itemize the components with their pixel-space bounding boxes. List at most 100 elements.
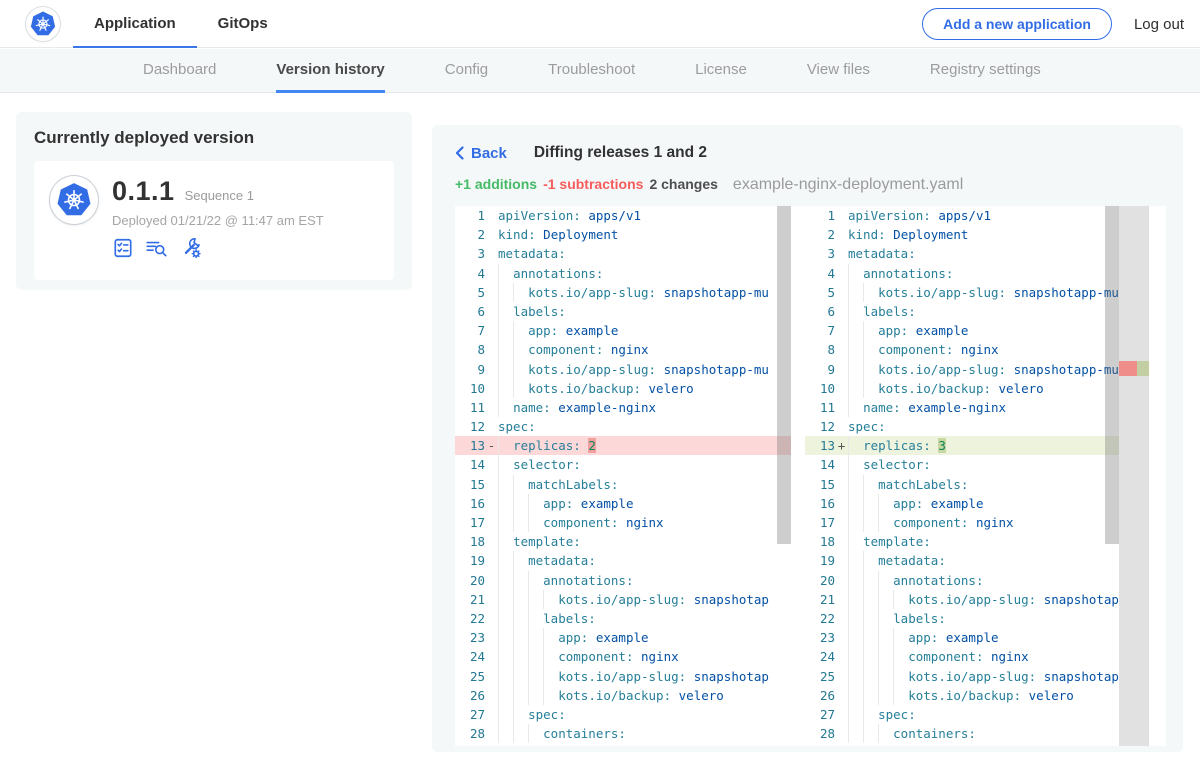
diff-filename: example-nginx-deployment.yaml <box>733 176 963 194</box>
code-line: 1apiVersion: apps/v1 <box>455 206 791 225</box>
code-line: 2kind: Deployment <box>805 225 1119 244</box>
code-line: 8 component: nginx <box>805 340 1119 359</box>
ruler-added-marker <box>1137 361 1149 376</box>
diff-header: Back Diffing releases 1 and 2 <box>455 144 1166 162</box>
code-line: 16 app: example <box>455 494 791 513</box>
code-line: 13+ replicas: 3 <box>805 436 1119 455</box>
code-line: 24 component: nginx <box>805 647 1119 666</box>
subnav-dashboard-label: Dashboard <box>143 61 216 78</box>
subnav-registry-settings-label: Registry settings <box>930 61 1041 78</box>
subnav-version-history[interactable]: Version history <box>276 49 384 93</box>
top-nav-actions: Add a new application Log out <box>922 0 1184 48</box>
code-line: 6 labels: <box>455 302 791 321</box>
diff-editors: 1apiVersion: apps/v12kind: Deployment3me… <box>455 206 1166 746</box>
scrollbar-thumb[interactable] <box>1105 206 1119 544</box>
tab-application[interactable]: Application <box>73 0 197 48</box>
code-line: 13- replicas: 2 <box>455 436 791 455</box>
version-number: 0.1.1 <box>112 176 175 207</box>
code-line: 18 template: <box>805 532 1119 551</box>
kubernetes-logo <box>26 7 60 41</box>
code-line: 7 app: example <box>805 321 1119 340</box>
version-action-icons <box>112 236 324 260</box>
config-wrench-gear-icon[interactable] <box>180 236 204 260</box>
code-line: 20 annotations: <box>455 571 791 590</box>
code-line: 14 selector: <box>455 455 791 474</box>
subnav-dashboard[interactable]: Dashboard <box>143 49 216 93</box>
subnav-license-label: License <box>695 61 747 78</box>
kots-admin-page: Application GitOps Add a new application… <box>0 0 1200 768</box>
diff-editor-right[interactable]: 1apiVersion: apps/v12kind: Deployment3me… <box>805 206 1166 746</box>
code-line: 28 containers: <box>805 724 1119 743</box>
deployed-card-title: Currently deployed version <box>34 128 394 148</box>
deployed-timestamp: Deployed 01/21/22 @ 11:47 am EST <box>112 213 324 228</box>
add-application-button[interactable]: Add a new application <box>922 8 1112 40</box>
kubernetes-helm-icon <box>55 181 93 219</box>
code-line: 25 kots.io/app-slug: snapshotap <box>455 667 791 686</box>
changes-count: 2 changes <box>649 176 717 192</box>
subnav-version-history-label: Version history <box>276 61 384 78</box>
code-line: 5 kots.io/app-slug: snapshotapp-mu <box>805 283 1119 302</box>
code-line: 21 kots.io/app-slug: snapshotap <box>805 590 1119 609</box>
subnav-view-files[interactable]: View files <box>807 49 870 93</box>
subtractions-count: -1 subtractions <box>543 176 643 192</box>
diff-title: Diffing releases 1 and 2 <box>534 144 707 162</box>
code-line: 20 annotations: <box>805 571 1119 590</box>
tab-gitops[interactable]: GitOps <box>197 0 289 48</box>
code-line: 24 component: nginx <box>455 647 791 666</box>
code-line: 1apiVersion: apps/v1 <box>805 206 1119 225</box>
code-line: 25 kots.io/app-slug: snapshotap <box>805 667 1119 686</box>
code-line: 3metadata: <box>455 244 791 263</box>
code-line: 15 matchLabels: <box>455 475 791 494</box>
logout-link[interactable]: Log out <box>1134 16 1184 33</box>
editor-divider <box>791 206 805 746</box>
code-line: 19 metadata: <box>805 551 1119 570</box>
ruler-removed-marker <box>1119 361 1137 376</box>
code-line: 22 labels: <box>455 609 791 628</box>
code-line: 26 kots.io/backup: velero <box>805 686 1119 705</box>
code-line: 23 app: example <box>805 628 1119 647</box>
subnav-troubleshoot[interactable]: Troubleshoot <box>548 49 635 93</box>
code-line: 10 kots.io/backup: velero <box>805 379 1119 398</box>
subnav-troubleshoot-label: Troubleshoot <box>548 61 635 78</box>
code-line: 27 spec: <box>805 705 1119 724</box>
overview-ruler[interactable] <box>1119 206 1149 746</box>
sequence-label: Sequence 1 <box>185 188 254 203</box>
code-line: 14 selector: <box>805 455 1119 474</box>
code-line: 8 component: nginx <box>455 340 791 359</box>
subnav-view-files-label: View files <box>807 61 870 78</box>
diff-editor-left[interactable]: 1apiVersion: apps/v12kind: Deployment3me… <box>455 206 791 746</box>
code-line: 17 component: nginx <box>455 513 791 532</box>
scrollbar-thumb[interactable] <box>777 206 791 544</box>
subnav-license[interactable]: License <box>695 49 747 93</box>
code-line: 4 annotations: <box>805 264 1119 283</box>
code-line: 5 kots.io/app-slug: snapshotapp-mu <box>455 283 791 302</box>
code-line: 9 kots.io/app-slug: snapshotapp-mu <box>805 360 1119 379</box>
code-lines: 1apiVersion: apps/v12kind: Deployment3me… <box>805 206 1119 743</box>
code-line: 11 name: example-nginx <box>805 398 1119 417</box>
top-tabs: Application GitOps <box>73 0 289 48</box>
code-line: 11 name: example-nginx <box>455 398 791 417</box>
chevron-left-icon <box>455 146 464 160</box>
diff-card: Back Diffing releases 1 and 2 +1 additio… <box>432 125 1183 752</box>
kubernetes-helm-icon <box>29 10 57 38</box>
code-line: 6 labels: <box>805 302 1119 321</box>
subnav-registry-settings[interactable]: Registry settings <box>930 49 1041 93</box>
code-line: 4 annotations: <box>455 264 791 283</box>
code-line: 21 kots.io/app-slug: snapshotap <box>455 590 791 609</box>
preflight-checklist-icon[interactable] <box>112 237 134 259</box>
back-link[interactable]: Back <box>455 145 507 162</box>
code-line: 9 kots.io/app-slug: snapshotapp-mu <box>455 360 791 379</box>
back-label: Back <box>471 145 507 162</box>
subnav-config[interactable]: Config <box>445 49 488 93</box>
deploy-logs-icon[interactable] <box>145 237 169 259</box>
code-line: 7 app: example <box>455 321 791 340</box>
code-lines: 1apiVersion: apps/v12kind: Deployment3me… <box>455 206 791 743</box>
tab-application-label: Application <box>94 15 176 32</box>
code-line: 3metadata: <box>805 244 1119 263</box>
code-line: 28 containers: <box>455 724 791 743</box>
code-line: 19 metadata: <box>455 551 791 570</box>
subnav-config-label: Config <box>445 61 488 78</box>
code-line: 27 spec: <box>455 705 791 724</box>
currently-deployed-card: Currently deployed version <box>16 112 412 290</box>
deployed-version-details: 0.1.1 Sequence 1 Deployed 01/21/22 @ 11:… <box>112 176 324 265</box>
